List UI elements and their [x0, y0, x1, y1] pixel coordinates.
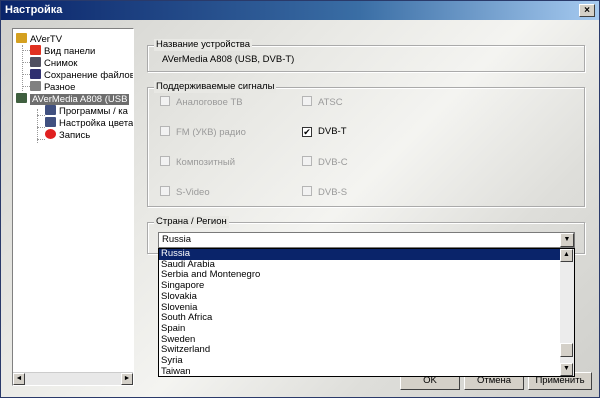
dropdown-option[interactable]: Slovenia	[159, 302, 561, 314]
tree-item-label: Программы / ка	[59, 106, 128, 117]
tree-item[interactable]: Сохранение файлов	[30, 69, 134, 81]
signal-label: Композитный	[176, 157, 236, 168]
dropdown-option[interactable]: Slovakia	[159, 291, 561, 303]
tree-item-label: Запись	[59, 130, 91, 141]
settings-tree[interactable]: AVerTV Вид панели Снимок Сохранение файлов Р…	[12, 28, 134, 386]
signal-checkbox: ATSC	[302, 96, 343, 108]
tree-item[interactable]: Настройка цвета	[45, 117, 133, 129]
checkbox-box	[302, 96, 312, 106]
tree-item-label: AVerTV	[30, 34, 63, 45]
scrollbar-thumb[interactable]	[560, 343, 573, 357]
misc-icon	[30, 81, 41, 91]
supported-signals-group: Поддерживаемые сигналы Аналоговое ТВ ATSC…	[147, 81, 585, 207]
supported-signals-group-title: Поддерживаемые сигналы	[154, 81, 277, 93]
scroll-down-button[interactable]: ▼	[560, 363, 573, 376]
country-region-dropdown[interactable]: Russia Saudi Arabia Serbia and Montenegro S…	[158, 248, 575, 377]
tree-horizontal-scrollbar[interactable]: ◄ ►	[13, 372, 133, 385]
signal-checkbox: DVB-S	[302, 186, 347, 198]
checkbox-box	[160, 126, 170, 136]
checkbox-box	[160, 186, 170, 196]
dropdown-option[interactable]: Singapore	[159, 280, 561, 292]
checkbox-box[interactable]: ✔	[302, 127, 312, 137]
record-icon	[45, 129, 56, 139]
signal-label: DVB-T	[318, 126, 347, 137]
window-title: Настройка	[5, 4, 63, 16]
signal-checkbox: Композитный	[160, 156, 235, 168]
signal-checkbox: S-Video	[160, 186, 210, 198]
dropdown-option[interactable]: Switzerland	[159, 345, 561, 356]
signal-checkbox: Аналоговое ТВ	[160, 96, 243, 108]
checkbox-box	[302, 186, 312, 196]
signal-label: S-Video	[176, 187, 210, 198]
dropdown-option[interactable]: Serbia and Montenegro	[159, 270, 561, 281]
country-region-selected-value: Russia	[162, 234, 192, 245]
signal-label: ATSC	[318, 97, 343, 108]
tree-item-label: Снимок	[44, 58, 78, 69]
tree-item[interactable]: AVerMedia A808 (USB	[16, 93, 130, 105]
dropdown-option[interactable]: South Africa	[159, 312, 561, 324]
tree-item[interactable]: Запись	[45, 129, 90, 141]
device-icon	[16, 93, 27, 103]
dropdown-option[interactable]: Spain	[159, 323, 561, 335]
tree-item[interactable]: Разное	[30, 81, 75, 93]
dropdown-option[interactable]: Taiwan	[159, 366, 561, 376]
country-region-select[interactable]: Russia ▼	[158, 232, 575, 248]
scroll-left-button[interactable]: ◄	[13, 373, 25, 385]
camera-icon	[30, 57, 41, 67]
scroll-right-button[interactable]: ►	[121, 373, 133, 385]
device-name-group-title: Название устройства	[154, 39, 253, 51]
signal-label: FM (УКВ) радио	[176, 127, 246, 138]
tree-item[interactable]: Программы / ка	[45, 105, 128, 117]
tree-item[interactable]: AVerTV	[16, 33, 62, 45]
avertv-icon	[16, 33, 27, 43]
checkbox-box	[160, 96, 170, 106]
panel-view-icon	[30, 45, 41, 55]
tree-item[interactable]: Вид панели	[30, 45, 95, 57]
checkbox-box	[302, 156, 312, 166]
channels-icon	[45, 105, 56, 115]
signal-label: Аналоговое ТВ	[176, 97, 243, 108]
signal-label: DVB-S	[318, 187, 348, 198]
close-button[interactable]: ×	[579, 4, 595, 17]
settings-window: Настройка × AVerTV Вид панели Снимок Сохран…	[0, 0, 600, 398]
dropdown-option[interactable]: Syria	[159, 355, 561, 367]
signal-checkbox[interactable]: ✔ DVB-T	[302, 126, 347, 137]
tree-item-label: Разное	[44, 82, 76, 93]
device-name-group: Название устройства AVerMedia A808 (USB,…	[147, 39, 585, 72]
dropdown-vertical-scrollbar[interactable]: ▲ ▼	[560, 249, 574, 376]
tree-item[interactable]: Снимок	[30, 57, 77, 69]
tree-item-label: AVerMedia A808 (USB	[30, 94, 130, 105]
signal-label: DVB-C	[318, 157, 348, 168]
device-name-text: AVerMedia A808 (USB, DVB-T)	[162, 54, 295, 65]
country-region-group-title: Страна / Регион	[154, 216, 229, 228]
tree-item-label: Вид панели	[44, 46, 96, 57]
dropdown-option[interactable]: Russia	[159, 249, 561, 260]
scroll-up-button[interactable]: ▲	[560, 249, 573, 262]
dropdown-option[interactable]: Sweden	[159, 334, 561, 346]
signal-checkbox: DVB-C	[302, 156, 348, 168]
signal-checkbox: FM (УКВ) радио	[160, 126, 246, 138]
checkbox-box	[160, 156, 170, 166]
tree-item-label: Сохранение файлов	[44, 70, 134, 81]
chevron-down-icon[interactable]: ▼	[560, 233, 574, 247]
tree-item-label: Настройка цвета	[59, 118, 134, 129]
color-settings-icon	[45, 117, 56, 127]
floppy-icon	[30, 69, 41, 79]
title-bar: Настройка ×	[1, 1, 599, 20]
